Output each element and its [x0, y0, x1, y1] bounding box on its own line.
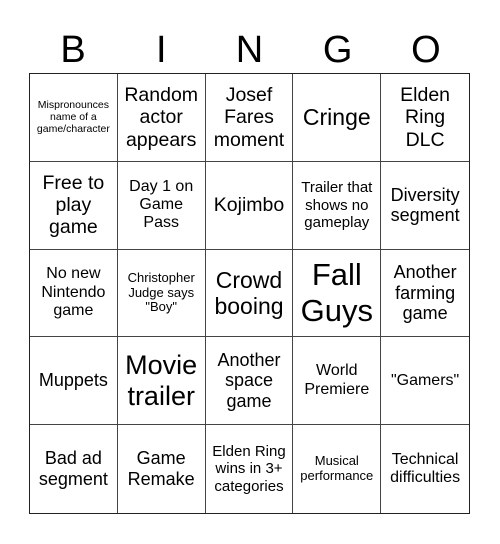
- bingo-header: B I N G O: [29, 28, 470, 73]
- header-letter-b: B: [60, 29, 86, 71]
- bingo-cell[interactable]: Mispronounces name of a game/character: [30, 74, 118, 162]
- bingo-cell[interactable]: Elden Ring DLC: [381, 74, 469, 162]
- header-letter-g: G: [322, 29, 353, 71]
- bingo-cell[interactable]: Christopher Judge says "Boy": [117, 249, 206, 338]
- bingo-cell[interactable]: Game Remake: [118, 425, 206, 513]
- bingo-cell[interactable]: Muppets: [30, 337, 118, 426]
- bingo-cell[interactable]: Musical performance: [293, 425, 382, 513]
- bingo-cell[interactable]: No new Nintendo game: [30, 249, 118, 338]
- bingo-cell[interactable]: Another farming game: [381, 250, 469, 338]
- bingo-cell[interactable]: Movie trailer: [117, 337, 206, 426]
- bingo-cell[interactable]: Another space game: [205, 337, 294, 426]
- bingo-cell[interactable]: Bad ad segment: [30, 425, 118, 513]
- bingo-cell[interactable]: Cringe: [293, 74, 382, 162]
- bingo-cell[interactable]: Technical difficulties: [381, 425, 469, 513]
- bingo-cell[interactable]: Elden Ring wins in 3+ categories: [206, 425, 294, 513]
- bingo-cell[interactable]: Free to play game: [30, 161, 118, 250]
- bingo-cell[interactable]: Diversity segment: [381, 162, 469, 250]
- bingo-cell[interactable]: Day 1 on Game Pass: [117, 161, 206, 250]
- bingo-cell[interactable]: World Premiere: [293, 337, 382, 426]
- bingo-cell[interactable]: Josef Fares moment: [205, 74, 294, 162]
- bingo-grid: Mispronounces name of a game/character R…: [29, 73, 470, 514]
- bingo-cell[interactable]: Random actor appears: [117, 74, 206, 162]
- bingo-cell[interactable]: Trailer that shows no gameplay: [293, 161, 382, 250]
- header-letter-o: O: [411, 29, 441, 71]
- bingo-cell[interactable]: "Gamers": [381, 337, 469, 426]
- bingo-cell[interactable]: Kojimbo: [205, 161, 294, 250]
- header-letter-n: N: [235, 29, 264, 71]
- bingo-cell[interactable]: Fall Guys: [293, 249, 382, 338]
- bingo-cell[interactable]: Crowd booing: [205, 249, 294, 338]
- header-letter-i: I: [156, 29, 167, 71]
